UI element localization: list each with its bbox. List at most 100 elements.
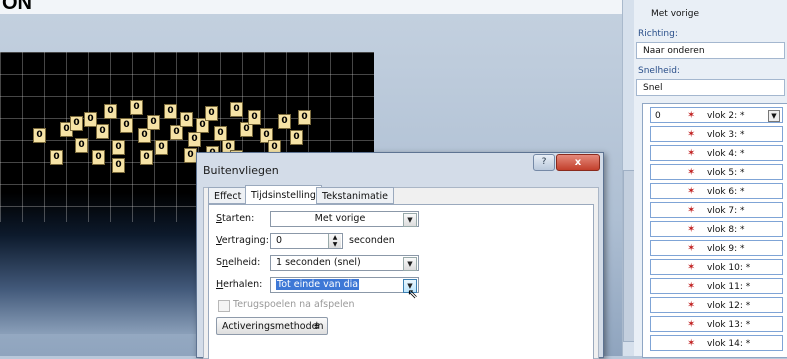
rewind-label: Terugspoelen na afspelen xyxy=(233,299,355,310)
list-item-label: vlok 8: * xyxy=(707,225,745,235)
star-animation-icon: ✶ xyxy=(687,148,696,159)
star-animation-icon: ✶ xyxy=(687,205,696,216)
pane-direction-field[interactable]: Naar onderen xyxy=(636,42,785,59)
rewind-checkbox[interactable] xyxy=(218,300,230,312)
repeat-select[interactable]: Tot einde van dia ▼ xyxy=(270,277,419,293)
snowflake-shape[interactable]: 0 xyxy=(112,158,125,173)
repeat-label: Herhalen: xyxy=(216,279,263,290)
list-item-label: vlok 13: * xyxy=(707,320,751,330)
tab-text-animation[interactable]: Tekstanimatie xyxy=(316,187,394,204)
star-animation-icon: ✶ xyxy=(687,186,696,197)
chevron-down-icon[interactable]: ▼ xyxy=(768,110,780,122)
delay-unit: seconden xyxy=(349,235,395,246)
dialog-title: Buitenvliegen xyxy=(203,164,279,177)
list-item[interactable]: ✶ vlok 6: * xyxy=(650,183,783,199)
triggers-button[interactable]: Activeringsmethoden ⇟ xyxy=(216,317,328,335)
spinner-arrows-icon[interactable]: ▲ ▼ xyxy=(328,234,341,248)
list-item[interactable]: ✶ vlok 12: * xyxy=(650,297,783,313)
snowflake-shape[interactable]: 0 xyxy=(147,115,160,130)
close-button[interactable]: x xyxy=(556,154,600,171)
snowflake-shape[interactable]: 0 xyxy=(188,132,201,147)
triggers-button-label: Activeringsmethoden xyxy=(222,321,324,332)
snowflake-shape[interactable]: 0 xyxy=(120,118,133,133)
list-item-label: vlok 10: * xyxy=(707,263,751,273)
list-item-label: vlok 4: * xyxy=(707,149,745,159)
list-item[interactable]: 0 ▼ ✶ vlok 2: * xyxy=(650,107,783,123)
snowflake-shape[interactable]: 0 xyxy=(75,138,88,153)
snowflake-shape[interactable]: 0 xyxy=(96,124,109,139)
snowflake-shape[interactable]: 0 xyxy=(214,126,227,141)
speed-select[interactable]: 1 seconden (snel) ▼ xyxy=(270,255,419,271)
chevron-down-icon[interactable]: ▼ xyxy=(403,213,417,227)
list-item-label: vlok 14: * xyxy=(707,339,751,349)
speed-select-value: 1 seconden (snel) xyxy=(276,257,361,268)
snowflake-shape[interactable]: 0 xyxy=(112,140,125,155)
list-item-label: vlok 7: * xyxy=(707,206,745,216)
star-animation-icon: ✶ xyxy=(687,262,696,273)
star-animation-icon: ✶ xyxy=(687,224,696,235)
snowflake-shape[interactable]: 0 xyxy=(50,150,63,165)
star-animation-icon: ✶ xyxy=(687,338,696,349)
dialog-body: Effect Tijdsinstelling Tekstanimatie Sta… xyxy=(203,185,599,359)
pane-speed-label: Snelheid: xyxy=(638,66,680,76)
mouse-cursor-icon: ⇖ xyxy=(407,287,418,302)
list-item-label: vlok 5: * xyxy=(707,168,745,178)
list-item[interactable]: ✶ vlok 11: * xyxy=(650,278,783,294)
star-animation-icon: ✶ xyxy=(687,243,696,254)
timing-panel: Starten: Met vorige ▼ Vertraging: 0 ▲ ▼ s… xyxy=(208,204,594,359)
star-animation-icon: ✶ xyxy=(687,281,696,292)
snowflake-shape[interactable]: 0 xyxy=(140,150,153,165)
list-item-label: vlok 3: * xyxy=(707,130,745,140)
delay-spinner[interactable]: 0 ▲ ▼ xyxy=(270,233,343,249)
effect-options-dialog: Buitenvliegen ? x Effect Tijdsinstelling… xyxy=(196,152,604,359)
snowflake-shape[interactable]: 0 xyxy=(278,114,291,129)
list-item[interactable]: ✶ vlok 14: * xyxy=(650,335,783,351)
snowflake-shape[interactable]: 0 xyxy=(298,110,311,125)
star-animation-icon: ✶ xyxy=(687,319,696,330)
start-select[interactable]: Met vorige ▼ xyxy=(270,211,419,227)
list-item-label: vlok 12: * xyxy=(707,301,751,311)
list-item[interactable]: ✶ vlok 13: * xyxy=(650,316,783,332)
snowflake-shape[interactable]: 0 xyxy=(164,104,177,119)
snowflake-shape[interactable]: 0 xyxy=(290,130,303,145)
star-animation-icon: ✶ xyxy=(687,129,696,140)
list-item-label: vlok 9: * xyxy=(707,244,745,254)
snowflake-shape[interactable]: 0 xyxy=(92,150,105,165)
list-item-label: vlok 11: * xyxy=(707,282,751,292)
snowflake-shape[interactable]: 0 xyxy=(230,102,243,117)
snowflake-shape[interactable]: 0 xyxy=(70,116,83,131)
delay-label: Vertraging: xyxy=(216,235,269,246)
list-item[interactable]: ✶ vlok 9: * xyxy=(650,240,783,256)
list-item-label: vlok 6: * xyxy=(707,187,745,197)
list-item[interactable]: ✶ vlok 8: * xyxy=(650,221,783,237)
snowflake-shape[interactable]: 0 xyxy=(130,100,143,115)
snowflake-shape[interactable]: 0 xyxy=(170,125,183,140)
chevron-down-icon[interactable]: ▼ xyxy=(403,257,417,271)
snowflake-shape[interactable]: 0 xyxy=(180,112,193,127)
snowflake-shape[interactable]: 0 xyxy=(248,110,261,125)
delay-label-rest: ertraging: xyxy=(221,235,269,246)
speed-label-rest: elheid: xyxy=(228,257,261,268)
snowflake-shape[interactable]: 0 xyxy=(104,104,117,119)
tab-timing[interactable]: Tijdsinstelling xyxy=(245,185,322,205)
help-button[interactable]: ? xyxy=(533,154,555,171)
snowflake-shape[interactable]: 0 xyxy=(33,128,46,143)
star-animation-icon: ✶ xyxy=(687,300,696,311)
pane-speed-field[interactable]: Snel xyxy=(636,79,785,96)
snowflake-shape[interactable]: 0 xyxy=(155,140,168,155)
list-item[interactable]: ✶ vlok 3: * xyxy=(650,126,783,142)
expand-arrows-icon: ⇟ xyxy=(312,321,321,332)
tab-effect[interactable]: Effect xyxy=(208,187,248,204)
snowflake-shape[interactable]: 0 xyxy=(205,106,218,121)
repeat-label-rest: erhalen: xyxy=(223,279,263,290)
list-item[interactable]: ✶ vlok 10: * xyxy=(650,259,783,275)
pane-start-value[interactable]: Met vorige xyxy=(644,5,787,22)
list-item[interactable]: ✶ vlok 5: * xyxy=(650,164,783,180)
pane-direction-label: Richting: xyxy=(638,29,678,39)
star-animation-icon: ✶ xyxy=(687,167,696,178)
list-item[interactable]: ✶ vlok 4: * xyxy=(650,145,783,161)
list-item[interactable]: ✶ vlok 7: * xyxy=(650,202,783,218)
snowflake-shape[interactable]: 0 xyxy=(138,128,151,143)
list-item-number: 0 xyxy=(655,111,661,121)
list-item-label: vlok 2: * xyxy=(707,111,745,121)
